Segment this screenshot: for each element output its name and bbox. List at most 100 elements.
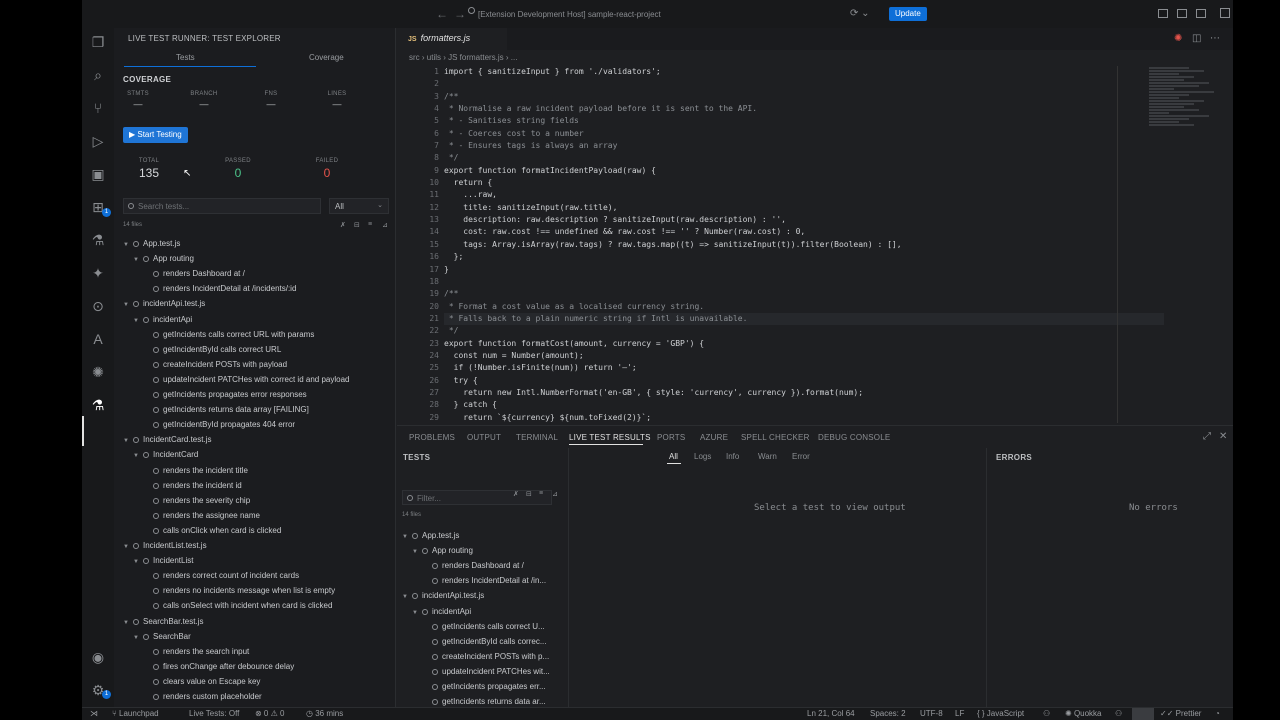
breadcrumb[interactable]: src › utils › JS formatters.js › ... (409, 53, 517, 62)
test-file-row[interactable]: ▼ IncidentList.test.js (123, 538, 207, 553)
clear-icon[interactable]: ✗ (513, 490, 519, 498)
test-file-row[interactable]: ▼ incidentApi.test.js (123, 296, 205, 311)
test-file-row[interactable]: ▼ IncidentCard.test.js (123, 432, 211, 447)
test-case-row[interactable]: clears value on Escape key (143, 674, 260, 689)
azure-icon[interactable]: A (90, 331, 106, 347)
test-case-row[interactable]: renders the assignee name (143, 508, 260, 523)
chevron-down-icon[interactable]: ▼ (402, 590, 412, 605)
tab-ports[interactable]: PORTS (657, 433, 685, 442)
test-case-row[interactable]: renders Dashboard at / (143, 266, 245, 281)
test-file-row[interactable]: ▼ SearchBar.test.js (123, 614, 203, 629)
tab-live-test-results[interactable]: LIVE TEST RESULTS (569, 433, 651, 442)
test-file-row[interactable]: ▼ incidentApi.test.js (402, 588, 484, 603)
code-line[interactable]: * - Sanitises string fields (444, 115, 1164, 127)
test-suite-row[interactable]: ▼ IncidentCard (133, 447, 198, 462)
code-line[interactable] (444, 78, 1164, 90)
test-case-row[interactable]: getIncidents propagates error responses (143, 387, 307, 402)
test-suite-row[interactable]: ▼ SearchBar (133, 629, 191, 644)
copilot-icon[interactable]: ⟳ ⌄ (850, 8, 870, 19)
chevron-down-icon[interactable]: ▼ (123, 298, 133, 313)
notifications-bell-icon[interactable]: ◔ (1215, 709, 1220, 718)
toggle-secondary-sidebar-icon[interactable] (1196, 9, 1206, 18)
quokka-status[interactable]: ✺ Quokka (1065, 709, 1102, 718)
start-testing-button[interactable]: ▶ Start Testing (123, 127, 188, 143)
test-case-row[interactable]: renders no incidents message when list i… (143, 583, 335, 598)
toggle-panel-icon[interactable] (1177, 9, 1187, 18)
code-line[interactable]: } catch { (444, 399, 1164, 411)
code-line[interactable]: import { sanitizeInput } from './validat… (444, 66, 1164, 78)
tab-debug-console[interactable]: DEBUG CONSOLE (818, 433, 890, 442)
code-line[interactable]: ...raw, (444, 189, 1164, 201)
test-case-row[interactable]: renders the incident id (143, 478, 242, 493)
test-case-row[interactable]: getIncidentById calls correc... (422, 634, 547, 649)
code-line[interactable]: /** (444, 288, 1164, 300)
collapse-icon[interactable]: ⊟ (354, 221, 360, 229)
output-tab-error[interactable]: Error (792, 452, 810, 461)
code-line[interactable]: * - Coerces cost to a number (444, 128, 1164, 140)
code-line[interactable]: * Falls back to a plain numeric string i… (444, 312, 1164, 326)
test-case-row[interactable]: getIncidents calls correct U... (422, 619, 545, 634)
code-line[interactable]: */ (444, 152, 1164, 164)
test-suite-row[interactable]: ▼ App routing (412, 543, 473, 558)
test-file-row[interactable]: ▼ App.test.js (123, 236, 180, 251)
chevron-down-icon[interactable]: ▼ (123, 540, 133, 555)
code-line[interactable]: */ (444, 325, 1164, 337)
chevron-down-icon[interactable]: ▼ (133, 253, 143, 268)
code-line[interactable]: * Normalise a raw incident payload befor… (444, 103, 1164, 115)
filter-icon[interactable]: ⊿ (552, 490, 558, 498)
list-icon[interactable]: ≡ (368, 221, 372, 228)
account-icon[interactable]: ◉ (90, 649, 106, 665)
code-line[interactable]: if (!Number.isFinite(num)) return '—'; (444, 362, 1164, 374)
update-button[interactable]: Update (889, 7, 927, 21)
toggle-sidebar-icon[interactable] (1158, 9, 1168, 18)
list-icon[interactable]: ≡ (539, 490, 543, 497)
code-line[interactable]: cost: raw.cost !== undefined && raw.cost… (444, 226, 1164, 238)
code-line[interactable]: description: raw.description ? sanitizeI… (444, 214, 1164, 226)
chevron-down-icon[interactable]: ▼ (133, 449, 143, 464)
test-case-row[interactable]: calls onClick when card is clicked (143, 523, 281, 538)
search-icon[interactable]: ⌕ (90, 67, 106, 83)
quokka-icon[interactable]: ✺ (90, 364, 106, 380)
editor-tab-formatters[interactable]: JS formatters.js (397, 28, 507, 50)
test-suite-row[interactable]: ▼ App routing (133, 251, 194, 266)
encoding[interactable]: UTF-8 (920, 709, 943, 718)
split-editor-icon[interactable]: ◫ (1192, 33, 1201, 44)
more-actions-icon[interactable]: ⋯ (1210, 33, 1220, 44)
test-case-row[interactable]: createIncident POSTs with p... (422, 649, 549, 664)
code-line[interactable] (444, 276, 1164, 288)
test-case-row[interactable]: renders IncidentDetail at /in... (422, 573, 546, 588)
account-status-icon[interactable]: ⚇ (1115, 709, 1122, 718)
code-line[interactable]: /** (444, 91, 1164, 103)
code-line[interactable]: }; (444, 251, 1164, 263)
code-line[interactable]: try { (444, 375, 1164, 387)
language-mode[interactable]: { } JavaScript (977, 709, 1024, 718)
code-line[interactable]: export function formatIncidentPayload(ra… (444, 165, 1164, 177)
output-tab-info[interactable]: Info (726, 452, 739, 461)
test-case-row[interactable]: renders the incident title (143, 463, 248, 478)
code-line[interactable]: export function formatCost(amount, curre… (444, 338, 1164, 350)
test-case-row[interactable]: renders correct count of incident cards (143, 568, 299, 583)
code-area[interactable]: import { sanitizeInput } from './validat… (444, 66, 1164, 424)
test-case-row[interactable]: renders Dashboard at / (422, 558, 524, 573)
code-line[interactable]: const num = Number(amount); (444, 350, 1164, 362)
test-suite-row[interactable]: ▼ incidentApi (412, 604, 471, 619)
tab-output[interactable]: OUTPUT (467, 433, 501, 442)
maximize-panel-icon[interactable]: ⤢ (1203, 431, 1211, 442)
chevron-down-icon[interactable]: ▼ (133, 555, 143, 570)
chevron-down-icon[interactable]: ▼ (412, 545, 422, 560)
cursor-position[interactable]: Ln 21, Col 64 (807, 709, 855, 718)
test-case-row[interactable]: getIncidents returns data array [FAILING… (143, 402, 309, 417)
copilot-chat-icon[interactable]: ✦ (90, 265, 106, 281)
tab-terminal[interactable]: TERMINAL (516, 433, 558, 442)
code-line[interactable]: * - Ensures tags is always an array (444, 140, 1164, 152)
test-file-row[interactable]: ▼ App.test.js (402, 528, 459, 543)
chevron-down-icon[interactable]: ▼ (133, 631, 143, 646)
disabled-feature-icon[interactable] (1132, 708, 1154, 720)
problems-status[interactable]: ⊗ 0 ⚠ 0 (255, 709, 284, 718)
test-case-row[interactable]: getIncidents returns data ar... (422, 694, 546, 708)
test-case-row[interactable]: renders the search input (143, 644, 249, 659)
test-suite-row[interactable]: ▼ incidentApi (133, 312, 192, 327)
filter-icon[interactable]: ⊿ (382, 221, 388, 229)
remote-explorer-icon[interactable]: ▣ (90, 166, 106, 182)
chevron-down-icon[interactable]: ▼ (412, 606, 422, 621)
